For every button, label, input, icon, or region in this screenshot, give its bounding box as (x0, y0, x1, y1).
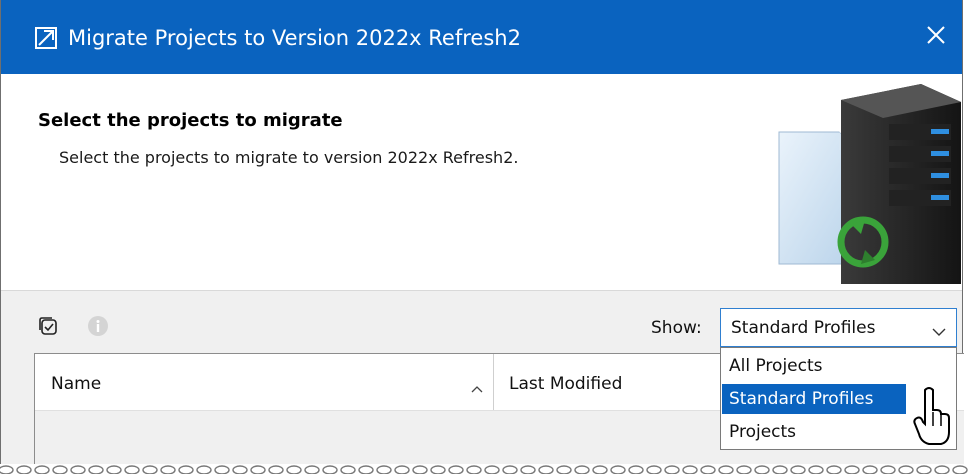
wizard-header: Select the projects to migrate Select th… (1, 74, 962, 291)
server-migrate-illustration (778, 84, 961, 284)
window-title: Migrate Projects to Version 2022x Refres… (68, 26, 521, 50)
title-bar: Migrate Projects to Version 2022x Refres… (1, 0, 962, 74)
page-description: Select the projects to migrate to versio… (59, 148, 519, 167)
show-filter-value: Standard Profiles (731, 318, 876, 338)
migrate-projects-dialog: Migrate Projects to Version 2022x Refres… (0, 0, 964, 464)
close-button[interactable] (910, 0, 962, 74)
chevron-down-icon (932, 322, 946, 336)
pointer-cursor-icon (913, 387, 950, 445)
close-icon (926, 25, 946, 49)
page-title: Select the projects to migrate (38, 110, 343, 131)
select-checklist-icon[interactable] (38, 316, 58, 336)
show-filter-label: Show: (651, 318, 702, 338)
migrate-window-icon (35, 27, 57, 49)
show-filter-select[interactable]: Standard Profiles (720, 308, 957, 347)
column-header-name[interactable]: Name (51, 374, 101, 394)
column-divider[interactable] (493, 354, 494, 410)
dropdown-option-standard-profiles[interactable]: Standard Profiles (722, 384, 906, 414)
column-header-last-modified[interactable]: Last Modified (509, 374, 622, 394)
torn-edge-decoration (0, 465, 968, 474)
dropdown-option-projects[interactable]: Projects (722, 417, 906, 447)
dropdown-option-all-projects[interactable]: All Projects (722, 351, 906, 381)
info-icon[interactable] (87, 315, 109, 337)
sort-ascending-icon (471, 378, 483, 393)
